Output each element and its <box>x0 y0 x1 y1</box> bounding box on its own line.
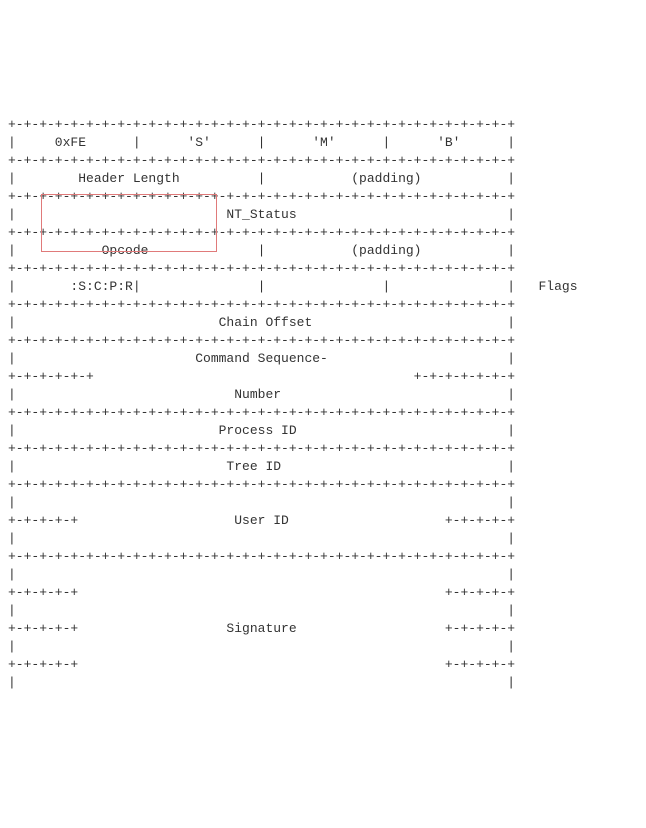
packet-diagram: +-+-+-+-+-+-+-+-+-+-+-+-+-+-+-+-+-+-+-+-… <box>0 72 646 738</box>
diagram-lines: +-+-+-+-+-+-+-+-+-+-+-+-+-+-+-+-+-+-+-+-… <box>8 116 646 692</box>
